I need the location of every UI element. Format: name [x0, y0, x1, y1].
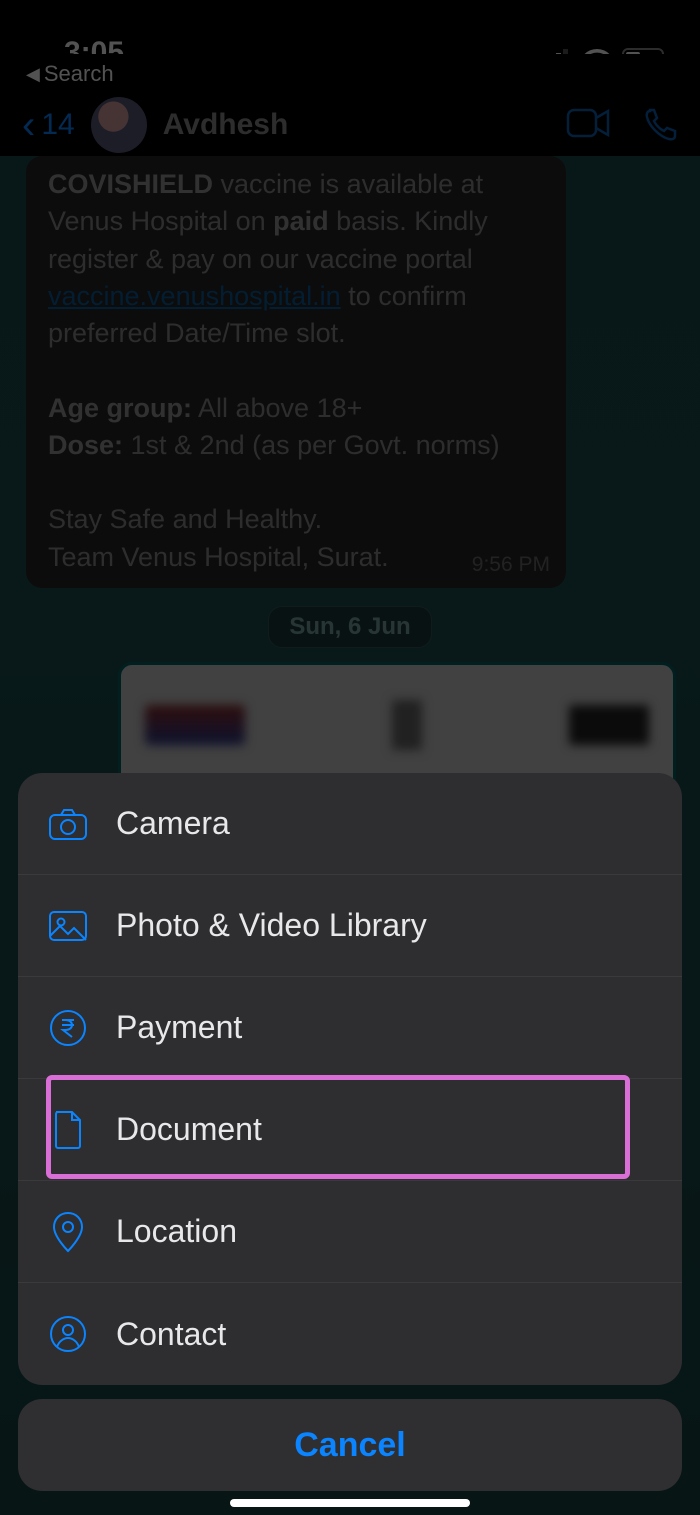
- sheet-item-label: Payment: [116, 1009, 242, 1046]
- sheet-item-label: Contact: [116, 1316, 226, 1353]
- rupee-icon: [42, 1009, 94, 1047]
- sheet-item-payment[interactable]: Payment: [18, 977, 682, 1079]
- sheet-item-document[interactable]: Document: [18, 1079, 682, 1181]
- sheet-item-label: Camera: [116, 805, 230, 842]
- sheet-item-location[interactable]: Location: [18, 1181, 682, 1283]
- sheet-item-label: Photo & Video Library: [116, 907, 427, 944]
- sheet-item-label: Document: [116, 1111, 262, 1148]
- sheet-item-camera[interactable]: Camera: [18, 773, 682, 875]
- camera-icon: [42, 807, 94, 841]
- cancel-button[interactable]: Cancel: [18, 1399, 682, 1491]
- sheet-item-label: Location: [116, 1213, 237, 1250]
- attachment-sheet: Camera Photo & Video Library Payment Docume…: [18, 773, 682, 1491]
- home-indicator[interactable]: [230, 1499, 470, 1507]
- document-icon: [42, 1110, 94, 1150]
- sheet-item-photo-video-library[interactable]: Photo & Video Library: [18, 875, 682, 977]
- sheet-item-contact[interactable]: Contact: [18, 1283, 682, 1385]
- contact-icon: [42, 1315, 94, 1353]
- location-icon: [42, 1211, 94, 1253]
- photo-icon: [42, 910, 94, 942]
